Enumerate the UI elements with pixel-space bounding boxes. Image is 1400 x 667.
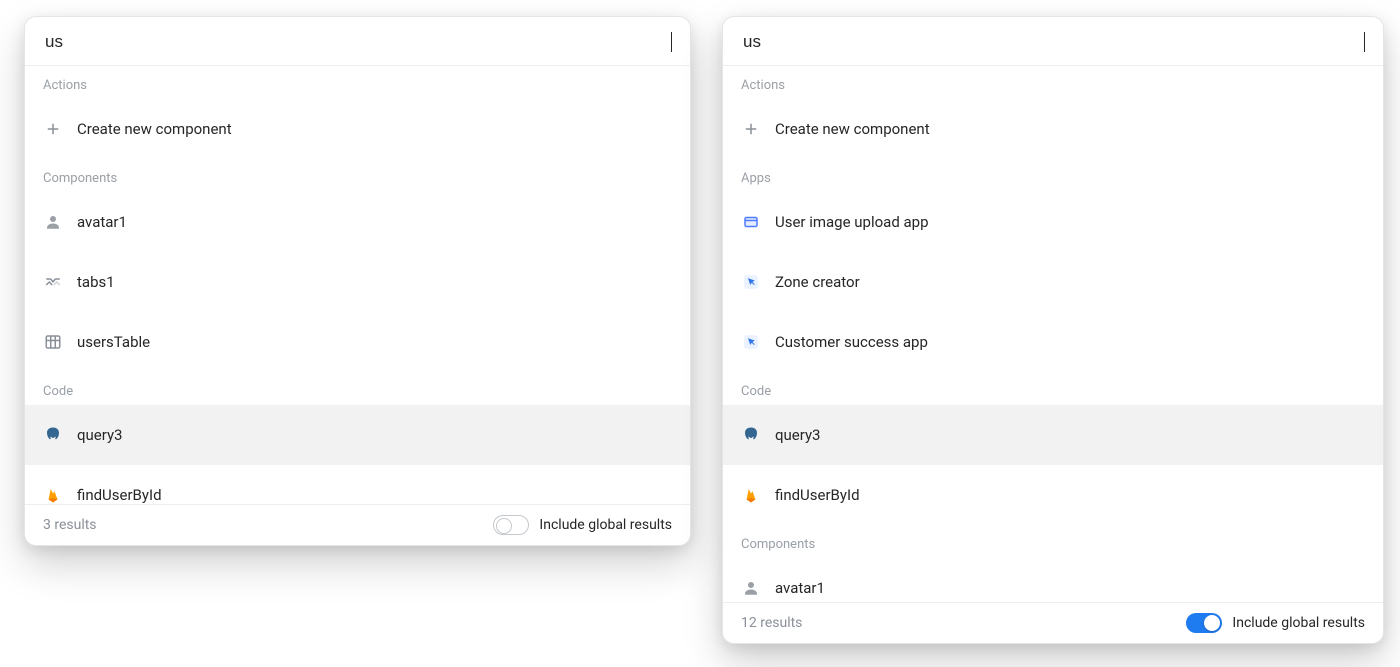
code-findUserById[interactable]: findUserById [723, 465, 1383, 525]
row-label: query3 [77, 426, 123, 444]
section-head-code: Code [723, 372, 1383, 405]
toggle-switch[interactable] [493, 515, 529, 535]
section-head-actions: Actions [25, 66, 690, 99]
palette-footer: 3 results Include global results [25, 504, 690, 545]
include-global-toggle[interactable]: Include global results [1186, 613, 1365, 633]
row-label: findUserById [77, 486, 162, 504]
component-usersTable[interactable]: usersTable [25, 312, 690, 372]
row-label: avatar1 [77, 213, 127, 231]
command-palette-left: Actions Create new component Components … [24, 16, 691, 546]
row-label: query3 [775, 426, 821, 444]
row-label: Zone creator [775, 273, 860, 291]
toggle-label: Include global results [1232, 615, 1365, 631]
include-global-toggle[interactable]: Include global results [493, 515, 672, 535]
search-bar [25, 17, 690, 66]
row-label: findUserById [775, 486, 860, 504]
text-caret [671, 32, 672, 52]
postgres-icon [741, 425, 761, 445]
table-icon [43, 332, 63, 352]
component-avatar1[interactable]: avatar1 [25, 192, 690, 252]
text-caret [1364, 32, 1365, 52]
avatar-icon [741, 578, 761, 598]
app-zone-creator[interactable]: Zone creator [723, 252, 1383, 312]
palette-footer: 12 results Include global results [723, 602, 1383, 643]
cursor-icon [741, 332, 761, 352]
app-customer-success[interactable]: Customer success app [723, 312, 1383, 372]
section-head-actions: Actions [723, 66, 1383, 99]
toggle-label: Include global results [539, 517, 672, 533]
code-query3[interactable]: query3 [723, 405, 1383, 465]
section-head-components: Components [723, 525, 1383, 558]
code-query3[interactable]: query3 [25, 405, 690, 465]
row-label: User image upload app [775, 213, 929, 231]
app-user-image-upload[interactable]: User image upload app [723, 192, 1383, 252]
row-label: tabs1 [77, 273, 115, 291]
search-bar [723, 17, 1383, 66]
component-avatar1[interactable]: avatar1 [723, 558, 1383, 602]
results-count: 12 results [741, 615, 802, 631]
action-create-component[interactable]: Create new component [723, 99, 1383, 159]
action-create-component[interactable]: Create new component [25, 99, 690, 159]
tabs-icon [43, 272, 63, 292]
results-list: Actions Create new component Apps User i… [723, 66, 1383, 602]
component-tabs1[interactable]: tabs1 [25, 252, 690, 312]
plus-icon [43, 119, 63, 139]
section-head-code: Code [25, 372, 690, 405]
toggle-switch[interactable] [1186, 613, 1222, 633]
plus-icon [741, 119, 761, 139]
fire-icon [43, 485, 63, 504]
results-count: 3 results [43, 517, 97, 533]
row-label: usersTable [77, 333, 150, 351]
code-findUserById[interactable]: findUserById [25, 465, 690, 504]
row-label: Create new component [775, 120, 930, 138]
section-head-apps: Apps [723, 159, 1383, 192]
search-input[interactable] [43, 31, 673, 53]
command-palette-right: Actions Create new component Apps User i… [722, 16, 1384, 644]
row-label: avatar1 [775, 579, 825, 597]
fire-icon [741, 485, 761, 505]
section-head-components: Components [25, 159, 690, 192]
app-icon [741, 212, 761, 232]
cursor-icon [741, 272, 761, 292]
avatar-icon [43, 212, 63, 232]
search-input[interactable] [741, 31, 1366, 53]
results-list: Actions Create new component Components … [25, 66, 690, 504]
postgres-icon [43, 425, 63, 445]
row-label: Create new component [77, 120, 232, 138]
row-label: Customer success app [775, 333, 928, 351]
